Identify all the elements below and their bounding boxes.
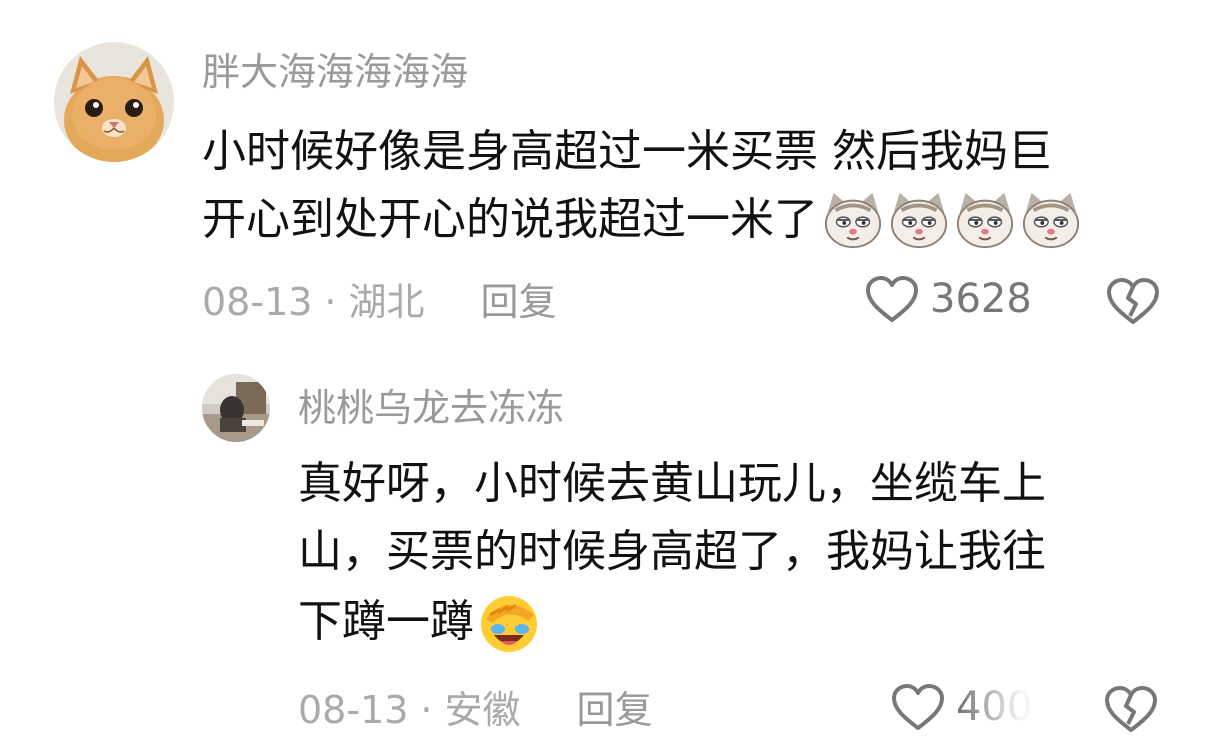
broken-heart-icon — [1105, 686, 1157, 732]
smug-cat-emoji-icon — [1022, 192, 1080, 249]
reply-button[interactable]: 回复 — [577, 688, 653, 732]
laughing-facepalm-emoji-icon — [481, 596, 537, 652]
reply-date: 08-13 — [298, 688, 409, 732]
comment-date: 08-13 — [202, 280, 313, 324]
heart-icon — [892, 684, 944, 730]
comment-text-line-content: 开心到处开心的说我超过一米了 — [202, 194, 818, 245]
broken-heart-icon — [1107, 278, 1159, 324]
meta-separator: · — [420, 688, 433, 732]
smug-cat-emoji-icon — [824, 192, 882, 249]
heart-icon — [866, 276, 918, 322]
comment-text-line: 开心到处开心的说我超过一米了 — [202, 186, 1082, 254]
dislike-button[interactable] — [1106, 276, 1160, 326]
emoji-row — [822, 189, 1082, 251]
smug-cat-emoji-icon — [890, 192, 948, 249]
reply-meta: 08-13 · 安徽 回复 — [298, 688, 653, 732]
reply-text-line-content: 下蹲一蹲 — [298, 596, 474, 647]
reply-text-line: 山，买票的时候身高超了，我妈让我往 — [298, 526, 1046, 577]
like-button[interactable]: 3628 — [864, 274, 1032, 324]
comment-thread: 胖大海海海海海 小时候好像是身高超过一米买票 然后我妈巨 开心到处开心的说我超过… — [0, 0, 1224, 747]
comment-meta: 08-13 · 湖北 回复 — [202, 280, 557, 324]
avatar[interactable] — [54, 42, 174, 162]
cat-avatar-icon — [54, 42, 174, 162]
meta-separator: · — [324, 280, 337, 324]
smug-cat-emoji-icon — [956, 192, 1014, 249]
watermark-fade — [960, 672, 1110, 747]
photo-avatar-icon — [202, 374, 270, 442]
like-count: 3628 — [930, 276, 1032, 322]
comment-username[interactable]: 胖大海海海海海 — [202, 50, 468, 94]
comment-location: 湖北 — [348, 280, 425, 324]
reply-button[interactable]: 回复 — [481, 280, 557, 324]
comment-text-line: 小时候好像是身高超过一米买票 然后我妈巨 — [202, 126, 1052, 177]
reply-text-line: 真好呀，小时候去黄山玩儿，坐缆车上 — [298, 458, 1046, 509]
reply-username[interactable]: 桃桃乌龙去冻冻 — [298, 386, 564, 430]
reply-location: 安徽 — [444, 688, 521, 732]
reply-avatar[interactable] — [202, 374, 270, 442]
dislike-button[interactable] — [1104, 684, 1158, 734]
reply-text-line: 下蹲一蹲 — [298, 588, 542, 656]
